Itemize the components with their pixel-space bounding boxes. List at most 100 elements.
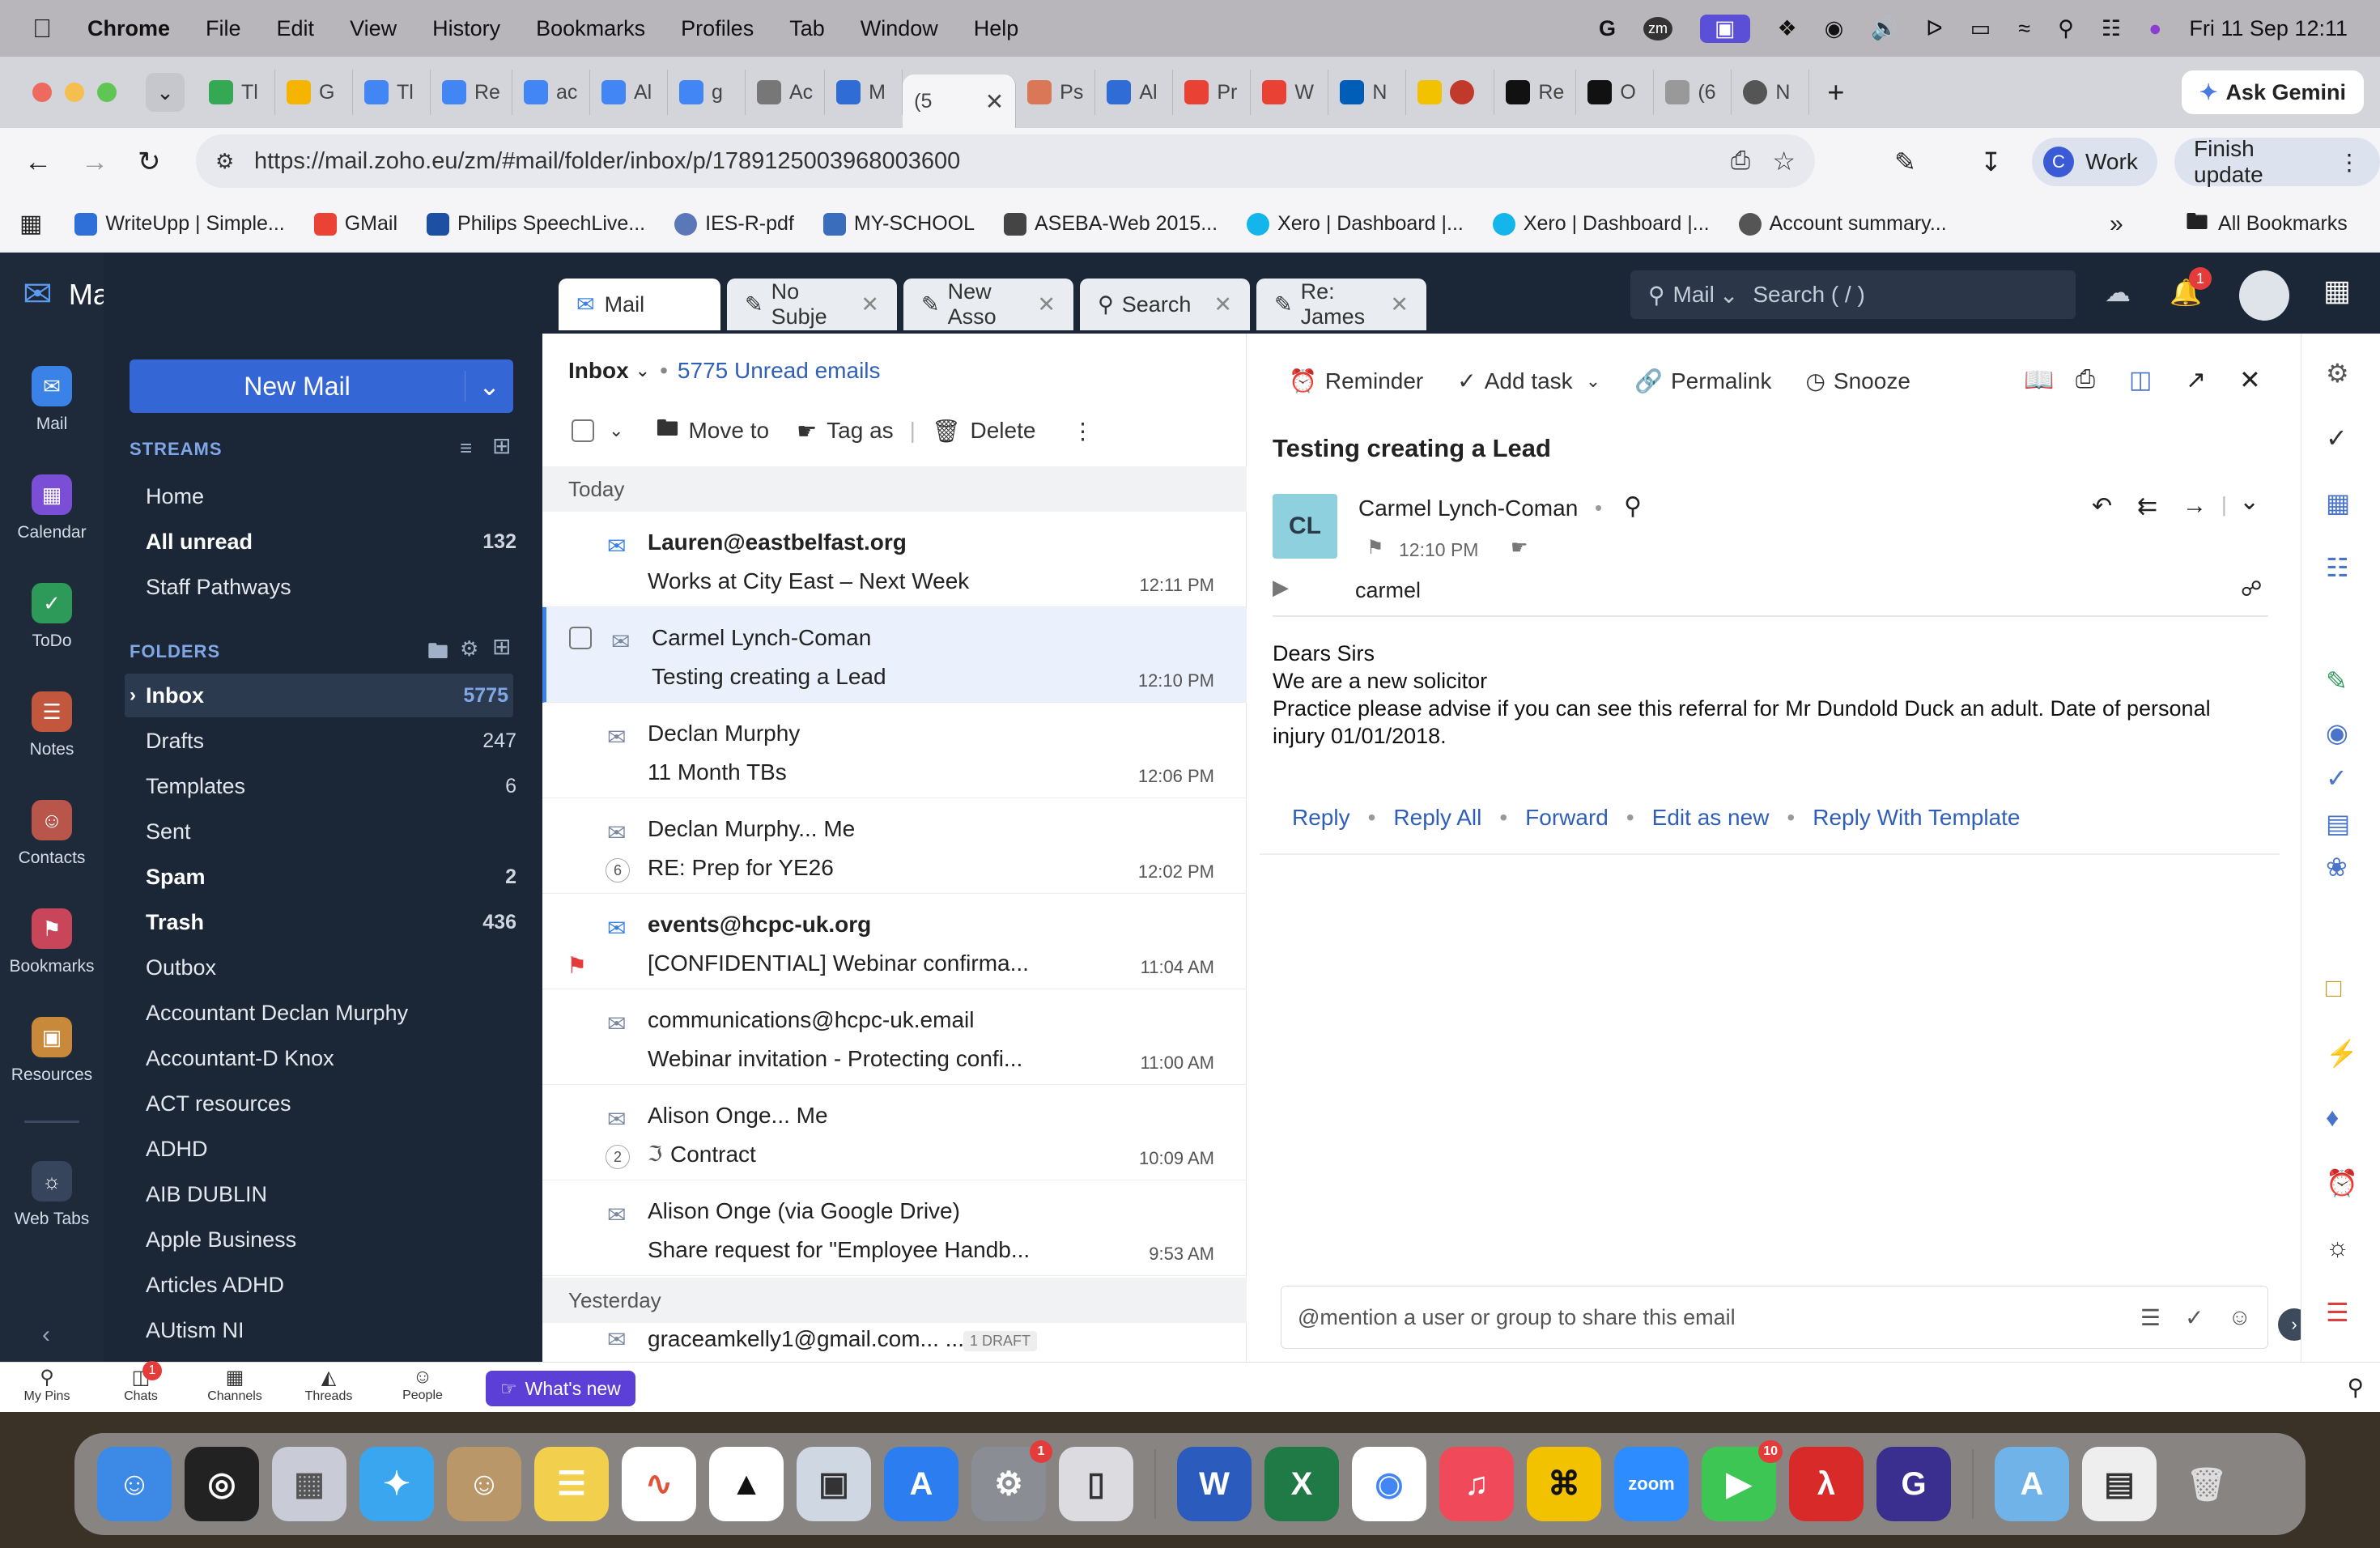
rail-todo[interactable]: ✓ ToDo [0, 583, 104, 651]
reload-icon[interactable]: ↻ [138, 146, 161, 178]
alarm-clock-icon[interactable]: ⏰ [2326, 1167, 2358, 1198]
ask-gemini-button[interactable]: ✦ Ask Gemini [2181, 70, 2364, 114]
finish-update-button[interactable]: Finish update ⋮ [2174, 136, 2380, 187]
browser-tab[interactable]: Ps [1016, 70, 1096, 115]
app-launcher-grid-icon[interactable]: ▦ [2323, 274, 2351, 308]
pin-icon[interactable]: ✎ [2326, 666, 2348, 696]
launchpad-icon[interactable]: ▦ [272, 1447, 346, 1521]
minimize-window-button[interactable] [65, 83, 84, 102]
global-search[interactable]: ⚲ Mail ⌄ Search ( / ) [1630, 270, 2076, 319]
tag-as-button[interactable]: ☛ Tag as [797, 418, 894, 444]
browser-tab[interactable]: O [1576, 70, 1655, 115]
folder-settings-icon[interactable]: ⚙ [460, 636, 478, 661]
more-bookmarks-icon[interactable]: » [2110, 211, 2123, 238]
sender-search-icon[interactable]: ⚲ [1624, 492, 1642, 521]
list-item[interactable]: ✉ communications@hcpc-uk.email Webinar i… [542, 989, 1247, 1085]
volume-icon[interactable]: 🔊 [1871, 15, 1898, 41]
mention-input[interactable]: @mention a user or group to share this e… [1281, 1286, 2268, 1349]
close-icon[interactable]: ✕ [2239, 364, 2261, 395]
dropbox-icon[interactable]: ❖ [1778, 16, 1797, 41]
row-checkbox[interactable] [569, 627, 592, 649]
expand-chevron-icon[interactable]: › [130, 684, 136, 707]
extensions-icon[interactable]: ✎ [1894, 147, 1916, 177]
folder-outbox[interactable]: Outbox [146, 946, 516, 989]
reminder-button[interactable]: ⏰ Reminder [1289, 368, 1423, 394]
collapse-rail-icon[interactable]: ‹ [42, 1321, 50, 1349]
cursor-widget-icon[interactable]: ◉ [2326, 717, 2348, 748]
more-options-icon[interactable]: ⋮ [1071, 418, 1094, 444]
downloads-icon[interactable]: ↧ [1980, 147, 2002, 177]
bookmark-item[interactable]: Account summary... [1738, 212, 1947, 236]
downloads-stack-icon[interactable]: ▤ [2082, 1447, 2157, 1521]
menu-window[interactable]: Window [861, 16, 938, 41]
acrobat-icon[interactable]: λ [1789, 1447, 1864, 1521]
user-avatar[interactable] [2239, 270, 2289, 321]
rail-web-tabs[interactable]: ☼ Web Tabs [0, 1161, 104, 1229]
new-folder-icon[interactable]: 🖿 [427, 636, 448, 672]
flag-outline-icon[interactable]: ⚑ [1366, 536, 1384, 559]
close-tab-icon[interactable]: ✕ [861, 292, 879, 317]
reply-all-link[interactable]: Reply All [1393, 805, 1481, 831]
install-app-icon[interactable]: ⎙ [1731, 147, 1750, 175]
preview-icon[interactable]: ▣ [797, 1447, 871, 1521]
browser-tab[interactable]: M [825, 70, 903, 115]
browser-tab[interactable]: N [1732, 70, 1810, 115]
list-item[interactable]: ✉ Lauren@eastbelfast.org Works at City E… [542, 512, 1247, 607]
brightness-icon[interactable]: ☼ [2326, 1232, 2349, 1262]
tab-mail[interactable]: ✉ Mail [559, 279, 720, 330]
analytics-icon[interactable]: ▤ [2326, 808, 2350, 839]
browser-tab[interactable]: Pr [1173, 70, 1252, 115]
details-toggle-icon[interactable]: ▶ [1273, 575, 1289, 600]
browser-tab[interactable]: Re [1494, 70, 1577, 115]
lightning-icon[interactable]: ⚡ [2326, 1038, 2358, 1069]
iphone-mirroring-icon[interactable]: ▯ [1059, 1447, 1133, 1521]
signature-icon[interactable]: ✓ [2326, 423, 2348, 453]
share-icon[interactable]: ☍ [2241, 576, 2262, 602]
extension-icon[interactable]: ♦ [2326, 1103, 2339, 1133]
excel-icon[interactable]: X [1264, 1447, 1339, 1521]
profile-button[interactable]: C Work [2032, 138, 2157, 186]
bookmark-item[interactable]: ASEBA-Web 2015... [1004, 212, 1218, 236]
search-scope-select[interactable]: Mail [1673, 282, 1715, 308]
task-clipboard-icon[interactable]: ✓ [2185, 1304, 2204, 1331]
teams-icon[interactable]: ◉ [1825, 16, 1844, 41]
list-item[interactable]: ✉ graceamkelly1@gmail.com... ... 1 DRAFT [542, 1323, 1247, 1362]
rail-mail[interactable]: ✉ Mail [0, 366, 104, 434]
select-dropdown-icon[interactable]: ⌄ [609, 420, 623, 441]
bookmark-item[interactable]: IES-R-pdf [674, 212, 794, 236]
tab-draft[interactable]: ✎ No Subje ✕ [727, 279, 897, 330]
bookmark-item[interactable]: Xero | Dashboard |... [1247, 212, 1464, 236]
cloud-sync-icon[interactable]: ☁ [2105, 277, 2131, 308]
add-task-dropdown-icon[interactable]: ⌄ [1586, 371, 1600, 392]
streams-add-icon[interactable]: ⊞ [492, 432, 511, 459]
folder-item[interactable]: Articles ADHD [146, 1263, 516, 1307]
menu-edit[interactable]: Edit [277, 16, 315, 41]
move-to-button[interactable]: 🖿 Move to [656, 411, 769, 450]
menu-history[interactable]: History [432, 16, 500, 41]
folder-sent[interactable]: Sent [146, 810, 516, 853]
rail-bookmarks[interactable]: ⚑ Bookmarks [0, 908, 104, 976]
tab-draft[interactable]: ✎ New Asso ✕ [903, 279, 1073, 330]
site-settings-icon[interactable]: ⚙ [215, 149, 234, 174]
bluetooth-icon[interactable]: ᐅ [1926, 16, 1943, 41]
select-all-checkbox[interactable] [572, 419, 594, 442]
folder-item[interactable]: AIB DUBLIN [146, 1172, 516, 1216]
streams-filter-icon[interactable]: ≡ [460, 436, 472, 461]
list-item[interactable]: ✉ 2 Alison Onge... Me ℑ Contract 10:09 A… [542, 1085, 1247, 1180]
rail-notes[interactable]: ☰ Notes [0, 691, 104, 759]
whats-new-button[interactable]: ☞ What's new [486, 1371, 635, 1406]
browser-tab[interactable]: Al [590, 70, 668, 115]
browser-tab[interactable]: N [1328, 70, 1407, 115]
notes-app-icon[interactable]: ☰ [534, 1447, 609, 1521]
app-icon[interactable]: ▲ [709, 1447, 784, 1521]
wifi-icon[interactable]: ≈ [2018, 16, 2030, 41]
browser-tab[interactable]: g [668, 70, 746, 115]
folder-inbox[interactable]: › Inbox 5775 [125, 674, 513, 717]
avatar[interactable]: CL [1273, 494, 1337, 559]
unread-count-link[interactable]: 5775 Unread emails [678, 358, 881, 384]
menu-view[interactable]: View [350, 16, 397, 41]
forward-link[interactable]: Forward [1525, 805, 1609, 831]
bookmark-item[interactable]: WriteUpp | Simple... [74, 212, 285, 236]
close-tab-icon[interactable]: ✕ [1213, 292, 1232, 317]
zoom-icon[interactable]: zoom [1614, 1447, 1689, 1521]
